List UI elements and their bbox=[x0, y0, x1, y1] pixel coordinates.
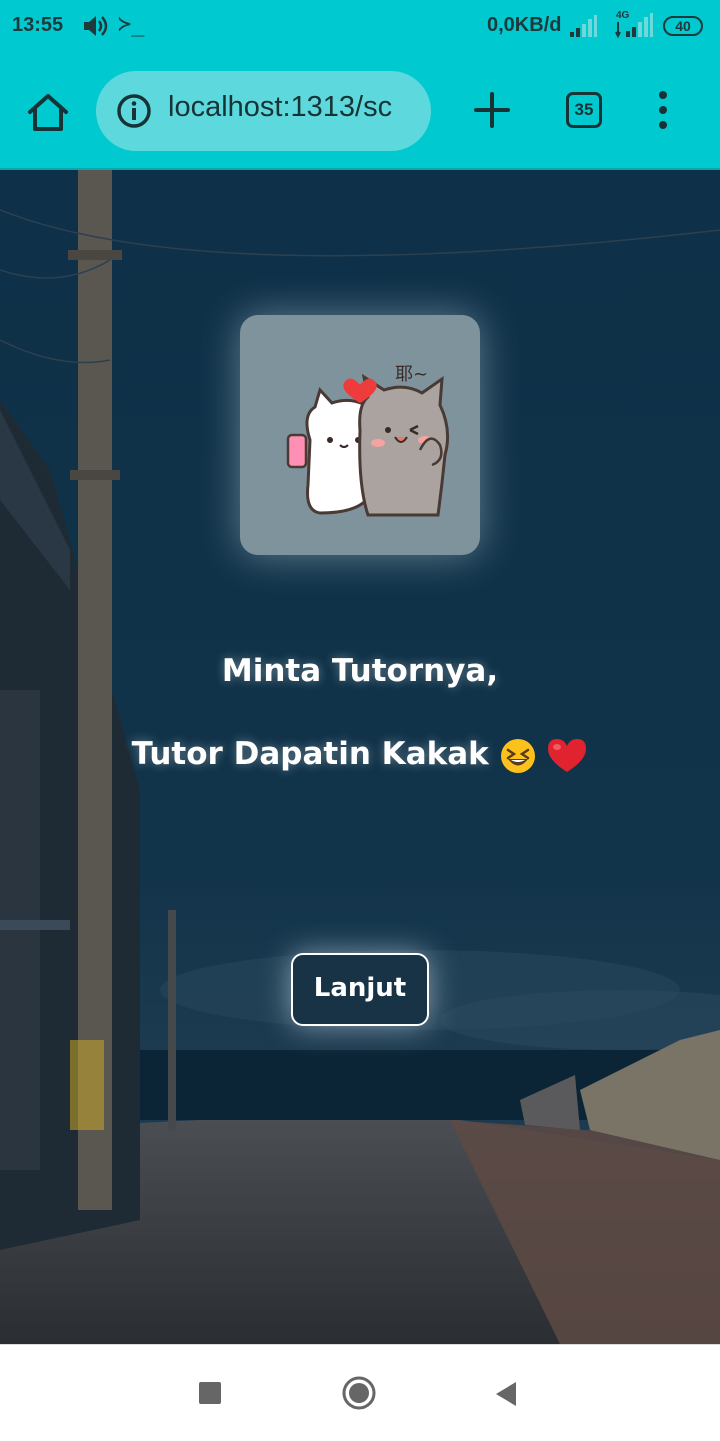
network-speed: 0,0KB/d bbox=[487, 14, 562, 36]
terminal-icon: ≻_ bbox=[118, 12, 145, 37]
next-button[interactable]: Lanjut bbox=[291, 953, 429, 1026]
more-menu-icon[interactable] bbox=[655, 90, 671, 130]
url-text[interactable]: localhost:1313/sc bbox=[168, 91, 392, 124]
status-time: 13:55 bbox=[12, 14, 64, 36]
home-icon[interactable] bbox=[24, 90, 72, 134]
red-heart-icon bbox=[548, 739, 587, 773]
address-bar[interactable]: localhost:1313/sc bbox=[96, 71, 431, 151]
tab-switcher-button[interactable]: 35 bbox=[566, 92, 602, 128]
message-line-1: Minta Tutornya, bbox=[221, 653, 499, 689]
message-line-2: Tutor Dapatin Kakak bbox=[131, 736, 489, 772]
system-nav-bar bbox=[0, 1344, 720, 1441]
cell-signal-icon bbox=[615, 13, 653, 38]
laughing-face-icon bbox=[500, 739, 535, 774]
volume-icon bbox=[84, 16, 108, 36]
battery-indicator: 40 bbox=[663, 16, 703, 36]
sticker-card: 耶~ bbox=[240, 315, 480, 555]
emoji-group bbox=[500, 737, 589, 775]
browser-toolbar: localhost:1313/sc 35 bbox=[0, 56, 720, 170]
recent-apps-icon[interactable] bbox=[199, 1382, 221, 1404]
info-icon[interactable] bbox=[116, 93, 152, 129]
cat-couple-sticker: 耶~ bbox=[286, 364, 450, 517]
sticker-text: 耶~ bbox=[395, 364, 428, 385]
back-icon[interactable] bbox=[494, 1381, 518, 1407]
page-content: 耶~ Minta Tutornya, Tutor Dapatin Kakak L… bbox=[0, 170, 720, 1344]
wifi-signal-icon bbox=[570, 15, 597, 37]
new-tab-icon[interactable] bbox=[474, 92, 510, 128]
nav-home-icon[interactable] bbox=[341, 1375, 377, 1411]
status-bar: 13:55 ≻_ 0,0KB/d 4G 40 bbox=[0, 0, 720, 56]
message-line-2-wrap: Tutor Dapatin Kakak bbox=[0, 736, 720, 774]
